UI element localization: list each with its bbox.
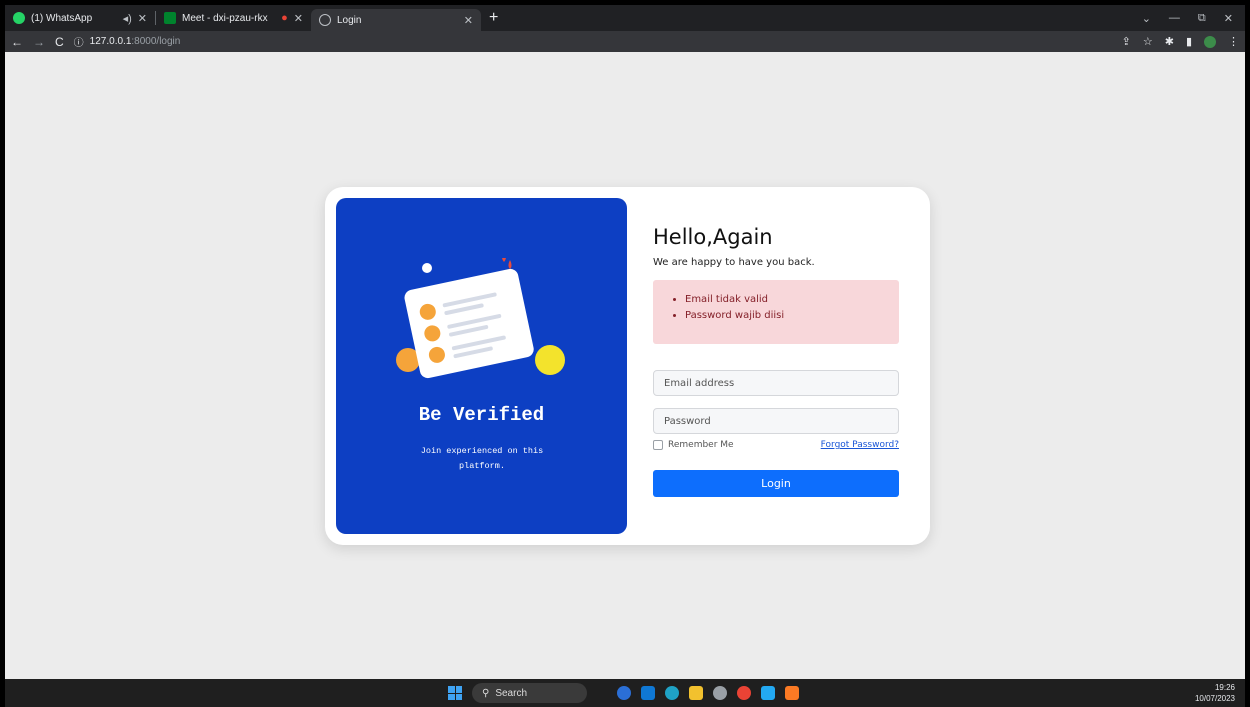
login-button[interactable]: Login — [653, 470, 899, 497]
form-subheading: We are happy to have you back. — [653, 257, 815, 268]
back-icon[interactable]: ← — [11, 35, 23, 49]
email-input[interactable] — [653, 370, 899, 396]
share-icon[interactable]: ⇪ — [1122, 35, 1131, 48]
browser-toolbar: ← → C ⓘ 127.0.0.1:8000/login ⇪ ☆ ✱ ▮ ⋮ — [5, 31, 1245, 52]
hero-title: Be Verified — [418, 404, 545, 426]
search-label: Search — [495, 687, 528, 699]
tab-title: Meet - dxi-pzau-rkx — [182, 12, 268, 24]
password-input[interactable] — [653, 408, 899, 434]
error-item: Email tidak valid — [685, 292, 899, 308]
remember-checkbox[interactable] — [653, 440, 663, 450]
start-icon[interactable] — [448, 686, 462, 700]
reload-icon[interactable]: C — [55, 35, 64, 49]
meet-icon — [164, 12, 176, 24]
profile-avatar[interactable] — [1204, 35, 1216, 48]
remember-me[interactable]: Remember Me — [653, 440, 734, 450]
browser-tabstrip: (1) WhatsApp ◂) ✕ Meet - dxi-pzau-rkx ● … — [5, 5, 1245, 31]
menu-kebab-icon[interactable]: ⋮ — [1228, 35, 1239, 48]
error-alert: Email tidak valid Password wajib diisi — [653, 280, 899, 344]
page-viewport: Be Verified Join experienced on this pla… — [5, 52, 1245, 679]
search-icon: ⚲ — [482, 687, 490, 699]
close-tab-icon[interactable]: ✕ — [464, 14, 473, 27]
close-window-icon[interactable]: ✕ — [1224, 12, 1233, 25]
url-path: :8000/login — [131, 36, 181, 47]
extensions-icon[interactable]: ✱ — [1165, 35, 1174, 48]
bookmark-star-icon[interactable]: ☆ — [1143, 35, 1153, 48]
tab-title: Login — [337, 14, 362, 26]
toolbar-actions: ⇪ ☆ ✱ ▮ ⋮ — [1122, 35, 1239, 48]
taskbar-apps: ⚲ Search — [448, 683, 799, 703]
form-heading: Hello,Again — [653, 225, 773, 249]
mail-icon[interactable] — [641, 686, 655, 700]
edge-icon[interactable] — [665, 686, 679, 700]
info-icon[interactable]: ⓘ — [74, 34, 84, 49]
forward-icon[interactable]: → — [33, 35, 45, 49]
new-tab-icon[interactable]: + — [489, 9, 498, 27]
globe-icon — [319, 14, 331, 26]
whatsapp-icon — [13, 12, 25, 24]
hero-subtitle: Join experienced on this platform. — [420, 446, 544, 471]
system-clock[interactable]: 19:26 10/07/2023 — [1195, 682, 1235, 704]
xampp-icon[interactable] — [785, 686, 799, 700]
settings-icon[interactable] — [713, 686, 727, 700]
restore-icon[interactable]: ⧉ — [1198, 12, 1206, 25]
tab-whatsapp[interactable]: (1) WhatsApp ◂) ✕ — [5, 5, 155, 31]
close-tab-icon[interactable]: ✕ — [138, 12, 147, 25]
vscode-icon[interactable] — [761, 686, 775, 700]
windows-taskbar: ⚲ Search 19:26 10/07/2023 — [5, 679, 1245, 707]
url-host: 127.0.0.1 — [89, 36, 132, 47]
tab-search-icon[interactable]: ⌄ — [1142, 12, 1151, 25]
login-card: Be Verified Join experienced on this pla… — [325, 187, 930, 545]
clock-time: 19:26 — [1214, 683, 1235, 692]
verification-illustration — [396, 258, 565, 379]
remember-label: Remember Me — [668, 440, 734, 450]
app-icon[interactable] — [617, 686, 631, 700]
hero-panel: Be Verified Join experienced on this pla… — [336, 198, 627, 534]
minimize-icon[interactable]: — — [1169, 12, 1180, 25]
recording-icon: ● — [281, 12, 288, 24]
address-bar[interactable]: ⓘ 127.0.0.1:8000/login — [74, 34, 181, 49]
tab-meet[interactable]: Meet - dxi-pzau-rkx ● ✕ — [156, 5, 311, 31]
forgot-password-link[interactable]: Forgot Password? — [821, 440, 899, 450]
sidepanel-icon[interactable]: ▮ — [1186, 35, 1192, 48]
chrome-icon[interactable] — [737, 686, 751, 700]
file-explorer-icon[interactable] — [689, 686, 703, 700]
error-item: Password wajib diisi — [685, 308, 899, 324]
speaker-icon[interactable]: ◂) — [123, 12, 132, 25]
window-controls: ⌄ — ⧉ ✕ — [1142, 12, 1245, 25]
tab-title: (1) WhatsApp — [31, 12, 93, 24]
clock-date: 10/07/2023 — [1194, 694, 1235, 703]
taskbar-search[interactable]: ⚲ Search — [472, 683, 587, 703]
close-tab-icon[interactable]: ✕ — [294, 12, 303, 25]
tab-login[interactable]: Login ✕ — [311, 9, 481, 31]
